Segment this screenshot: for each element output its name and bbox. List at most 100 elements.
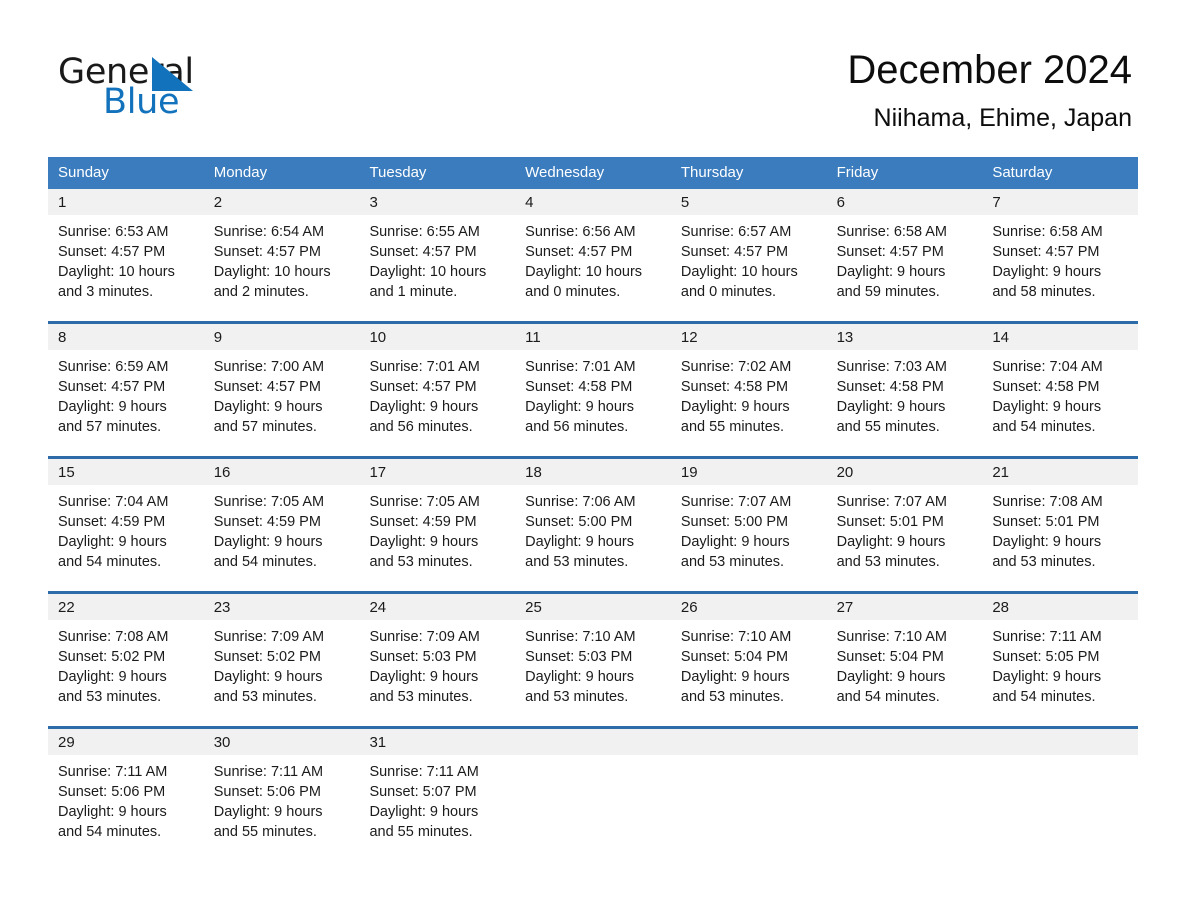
day-cell[interactable]: Sunrise: 7:09 AM Sunset: 5:03 PM Dayligh… [359, 620, 515, 726]
day-cell[interactable]: Sunrise: 7:02 AM Sunset: 4:58 PM Dayligh… [671, 350, 827, 456]
day-number[interactable]: 17 [359, 459, 515, 485]
day-number[interactable]: 12 [671, 324, 827, 350]
day-cell[interactable]: Sunrise: 6:58 AM Sunset: 4:57 PM Dayligh… [827, 215, 983, 321]
day-number[interactable]: 3 [359, 189, 515, 215]
day-number[interactable]: 25 [515, 594, 671, 620]
sunset-text: Sunset: 5:00 PM [525, 514, 633, 530]
day-number[interactable]: 23 [204, 594, 360, 620]
day-number[interactable]: 21 [982, 459, 1138, 485]
daylight-text-line2: and 55 minutes. [369, 824, 473, 840]
day-cell[interactable]: Sunrise: 7:05 AM Sunset: 4:59 PM Dayligh… [359, 485, 515, 591]
day-cell[interactable]: Sunrise: 7:11 AM Sunset: 5:06 PM Dayligh… [204, 755, 360, 861]
daylight-text-line1: Daylight: 9 hours [525, 534, 634, 550]
sunset-text: Sunset: 5:02 PM [58, 649, 166, 665]
day-cell[interactable]: Sunrise: 7:01 AM Sunset: 4:58 PM Dayligh… [515, 350, 671, 456]
day-cell[interactable]: Sunrise: 7:09 AM Sunset: 5:02 PM Dayligh… [204, 620, 360, 726]
sunrise-text: Sunrise: 7:00 AM [213, 359, 325, 375]
day-number[interactable]: 29 [48, 729, 204, 755]
day-cell[interactable]: Sunrise: 7:08 AM Sunset: 5:02 PM Dayligh… [48, 620, 204, 726]
day-cell[interactable]: Sunrise: 7:06 AM Sunset: 5:00 PM Dayligh… [515, 485, 671, 591]
day-cell[interactable]: Sunrise: 7:11 AM Sunset: 5:05 PM Dayligh… [982, 620, 1138, 726]
daylight-text-line1: Daylight: 10 hours [369, 264, 487, 280]
day-cell[interactable]: Sunrise: 7:01 AM Sunset: 4:57 PM Dayligh… [359, 350, 515, 456]
day-number[interactable]: 13 [827, 324, 983, 350]
day-number[interactable]: 7 [982, 189, 1138, 215]
daylight-text-line2: and 54 minutes. [992, 689, 1096, 705]
day-cell[interactable]: Sunrise: 7:07 AM Sunset: 5:00 PM Dayligh… [671, 485, 827, 591]
daylight-text-line1: Daylight: 9 hours [525, 399, 634, 415]
day-cell[interactable]: Sunrise: 7:04 AM Sunset: 4:58 PM Dayligh… [982, 350, 1138, 456]
day-number[interactable]: 5 [671, 189, 827, 215]
sunset-text: Sunset: 5:03 PM [369, 649, 477, 665]
day-number[interactable]: 24 [359, 594, 515, 620]
location-subtitle: Niihama, Ehime, Japan [873, 104, 1132, 132]
day-cell[interactable]: Sunrise: 7:10 AM Sunset: 5:03 PM Dayligh… [515, 620, 671, 726]
day-cell[interactable]: Sunrise: 6:59 AM Sunset: 4:57 PM Dayligh… [48, 350, 204, 456]
daylight-text-line1: Daylight: 9 hours [836, 399, 946, 415]
day-cell[interactable]: Sunrise: 7:11 AM Sunset: 5:06 PM Dayligh… [48, 755, 204, 861]
sunrise-text: Sunrise: 7:11 AM [369, 764, 479, 780]
day-number[interactable]: 19 [671, 459, 827, 485]
daylight-text-line2: and 53 minutes. [369, 689, 473, 705]
page-title: December 2024 [847, 48, 1132, 92]
general-blue-logo[interactable]: General Blue [58, 52, 318, 124]
sunrise-text: Sunrise: 6:57 AM [680, 224, 792, 240]
day-cell[interactable]: Sunrise: 6:53 AM Sunset: 4:57 PM Dayligh… [48, 215, 204, 321]
daylight-text-line2: and 53 minutes. [680, 554, 785, 570]
day-number[interactable]: 30 [204, 729, 360, 755]
daylight-text-line1: Daylight: 9 hours [680, 669, 790, 685]
day-number[interactable]: 28 [982, 594, 1138, 620]
day-cell[interactable]: Sunrise: 6:54 AM Sunset: 4:57 PM Dayligh… [204, 215, 360, 321]
day-cell[interactable]: Sunrise: 6:56 AM Sunset: 4:57 PM Dayligh… [515, 215, 671, 321]
day-number[interactable]: 14 [982, 324, 1138, 350]
sunset-text: Sunset: 5:02 PM [213, 649, 321, 665]
day-cell[interactable]: Sunrise: 7:10 AM Sunset: 5:04 PM Dayligh… [671, 620, 827, 726]
day-cell[interactable]: Sunrise: 7:07 AM Sunset: 5:01 PM Dayligh… [827, 485, 983, 591]
daylight-text-line1: Daylight: 9 hours [992, 399, 1102, 415]
daylight-text-line1: Daylight: 9 hours [58, 534, 167, 550]
day-cell[interactable]: Sunrise: 6:57 AM Sunset: 4:57 PM Dayligh… [671, 215, 827, 321]
day-number[interactable]: 20 [827, 459, 983, 485]
sunset-text: Sunset: 4:57 PM [992, 244, 1100, 260]
daylight-text-line2: and 53 minutes. [525, 554, 629, 570]
day-number[interactable]: 6 [827, 189, 983, 215]
day-number[interactable]: 31 [359, 729, 515, 755]
daylight-text-line2: and 53 minutes. [213, 689, 317, 705]
sunset-text: Sunset: 4:59 PM [369, 514, 477, 530]
day-number[interactable]: 2 [204, 189, 360, 215]
day-cell[interactable]: Sunrise: 7:05 AM Sunset: 4:59 PM Dayligh… [204, 485, 360, 591]
day-number[interactable]: 4 [515, 189, 671, 215]
daylight-text-line2: and 57 minutes. [58, 419, 162, 435]
sunset-text: Sunset: 4:58 PM [992, 379, 1100, 395]
day-cell[interactable]: Sunrise: 7:03 AM Sunset: 4:58 PM Dayligh… [827, 350, 983, 456]
day-cell[interactable]: Sunrise: 7:08 AM Sunset: 5:01 PM Dayligh… [982, 485, 1138, 591]
day-cell[interactable]: Sunrise: 7:10 AM Sunset: 5:04 PM Dayligh… [827, 620, 983, 726]
day-number-empty [671, 729, 827, 755]
day-number[interactable]: 11 [515, 324, 671, 350]
day-number[interactable]: 16 [204, 459, 360, 485]
day-number[interactable]: 1 [48, 189, 204, 215]
day-cell[interactable]: Sunrise: 7:11 AM Sunset: 5:07 PM Dayligh… [359, 755, 515, 861]
day-number[interactable]: 15 [48, 459, 204, 485]
daylight-text-line2: and 53 minutes. [58, 689, 162, 705]
day-number[interactable]: 8 [48, 324, 204, 350]
day-number[interactable]: 10 [359, 324, 515, 350]
daylight-text-line1: Daylight: 9 hours [213, 399, 323, 415]
sunrise-text: Sunrise: 6:53 AM [58, 224, 169, 240]
week-detail-band: Sunrise: 6:59 AM Sunset: 4:57 PM Dayligh… [48, 350, 1138, 456]
day-cell[interactable]: Sunrise: 7:00 AM Sunset: 4:57 PM Dayligh… [204, 350, 360, 456]
day-cell[interactable]: Sunrise: 6:55 AM Sunset: 4:57 PM Dayligh… [359, 215, 515, 321]
daylight-text-line1: Daylight: 9 hours [369, 399, 479, 415]
logo-text-blue: Blue [103, 82, 180, 122]
day-number[interactable]: 26 [671, 594, 827, 620]
sunset-text: Sunset: 4:57 PM [58, 244, 166, 260]
day-number[interactable]: 22 [48, 594, 204, 620]
day-number[interactable]: 18 [515, 459, 671, 485]
day-cell[interactable]: Sunrise: 7:04 AM Sunset: 4:59 PM Dayligh… [48, 485, 204, 591]
day-number[interactable]: 27 [827, 594, 983, 620]
daylight-text-line1: Daylight: 9 hours [58, 399, 167, 415]
day-number[interactable]: 9 [204, 324, 360, 350]
day-cell[interactable]: Sunrise: 6:58 AM Sunset: 4:57 PM Dayligh… [982, 215, 1138, 321]
day-header-wednesday: Wednesday [525, 164, 605, 181]
daylight-text-line1: Daylight: 9 hours [213, 669, 323, 685]
